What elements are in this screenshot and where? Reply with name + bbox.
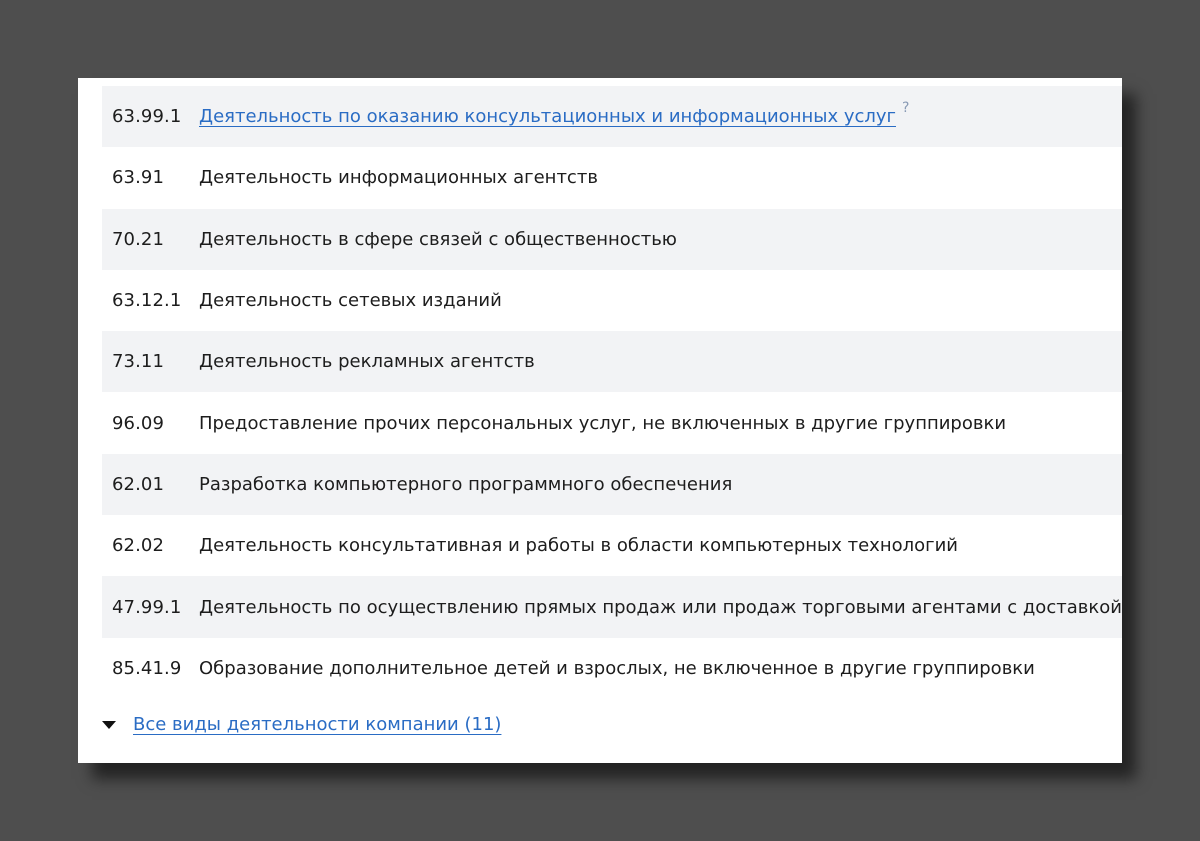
- activity-name: Деятельность информационных агентств: [199, 167, 598, 189]
- activity-row: 70.21 Деятельность в сфере связей с обще…: [102, 208, 1122, 270]
- activity-row: 62.01 Разработка компьютерного программн…: [102, 453, 1122, 516]
- activity-row: 63.91 Деятельность информационных агентс…: [102, 147, 1122, 208]
- activity-name: Образование дополнительное детей и взрос…: [199, 657, 1035, 679]
- activity-row: 47.99.1 Деятельность по осуществлению пр…: [102, 576, 1122, 638]
- activity-code: 73.11: [112, 351, 165, 373]
- activity-name: Деятельность в сфере связей с общественн…: [199, 228, 677, 250]
- all-activities-link[interactable]: Все виды деятельности компании (11): [133, 714, 501, 735]
- activity-name: Деятельность по осуществлению прямых про…: [199, 596, 1122, 618]
- activity-row: 73.11 Деятельность рекламных агентств: [102, 331, 1122, 393]
- activity-code: 47.99.1: [112, 596, 182, 618]
- activity-row: 62.02 Деятельность консультативная и раб…: [102, 515, 1122, 576]
- activity-name-link[interactable]: Деятельность по оказанию консультационны…: [199, 106, 896, 127]
- activities-card: 63.99.1 Деятельность по оказанию консуль…: [78, 78, 1122, 763]
- activity-code: 63.12.1: [112, 290, 182, 312]
- activity-row: 85.41.9 Образование дополнительное детей…: [102, 638, 1122, 699]
- caret-down-icon[interactable]: [102, 720, 116, 729]
- activity-code: 96.09: [112, 412, 165, 434]
- activity-name: Разработка компьютерного программного об…: [199, 473, 733, 495]
- activity-row: 63.99.1 Деятельность по оказанию консуль…: [102, 86, 1122, 148]
- activity-code: 70.21: [112, 228, 165, 250]
- activity-name: Деятельность рекламных агентств: [199, 351, 535, 373]
- activity-code: 63.99.1: [112, 106, 182, 128]
- activity-row: 96.09 Предоставление прочих персональных…: [102, 392, 1122, 453]
- activity-name: Деятельность консультативная и работы в …: [199, 535, 958, 557]
- activity-name: Деятельность сетевых изданий: [199, 290, 502, 312]
- all-activities-toggle[interactable]: Все виды деятельности компании (11): [102, 714, 501, 735]
- activity-code: 63.91: [112, 167, 165, 189]
- help-tooltip-icon[interactable]: ?: [902, 100, 909, 116]
- activity-code: 62.01: [112, 473, 165, 495]
- activity-name: Предоставление прочих персональных услуг…: [199, 412, 1007, 434]
- activities-list: 63.99.1 Деятельность по оказанию консуль…: [102, 86, 1122, 699]
- activity-row: 63.12.1 Деятельность сетевых изданий: [102, 270, 1122, 331]
- activity-code: 85.41.9: [112, 657, 182, 679]
- activity-code: 62.02: [112, 535, 165, 557]
